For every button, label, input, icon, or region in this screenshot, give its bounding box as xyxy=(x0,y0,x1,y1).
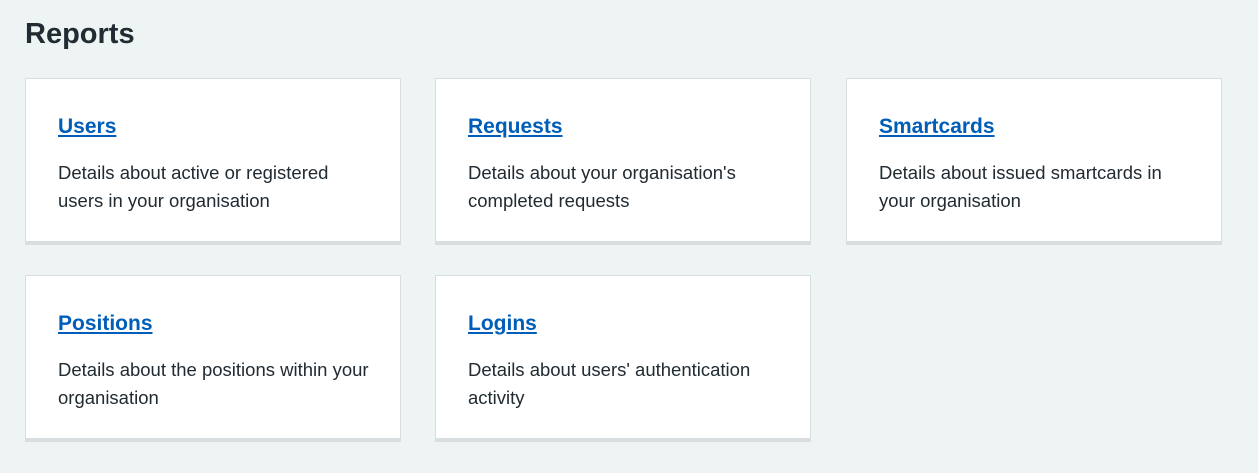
positions-report-description: Details about the positions within your … xyxy=(58,359,369,408)
logins-report-link[interactable]: Logins xyxy=(468,310,537,338)
smartcards-report-link[interactable]: Smartcards xyxy=(879,113,995,141)
positions-report-link[interactable]: Positions xyxy=(58,310,153,338)
report-card-requests: Requests Details about your organisation… xyxy=(435,78,811,245)
smartcards-report-description: Details about issued smartcards in your … xyxy=(879,162,1162,211)
logins-report-description: Details about users' authentication acti… xyxy=(468,359,751,408)
report-card-positions: Positions Details about the positions wi… xyxy=(25,275,401,442)
report-card-logins: Logins Details about users' authenticati… xyxy=(435,275,811,442)
requests-report-link[interactable]: Requests xyxy=(468,113,563,141)
requests-report-description: Details about your organisation's comple… xyxy=(468,162,736,211)
report-card-users: Users Details about active or registered… xyxy=(25,78,401,245)
users-report-link[interactable]: Users xyxy=(58,113,116,141)
page-title: Reports xyxy=(25,18,135,50)
report-card-smartcards: Smartcards Details about issued smartcar… xyxy=(846,78,1222,245)
users-report-description: Details about active or registered users… xyxy=(58,162,329,211)
